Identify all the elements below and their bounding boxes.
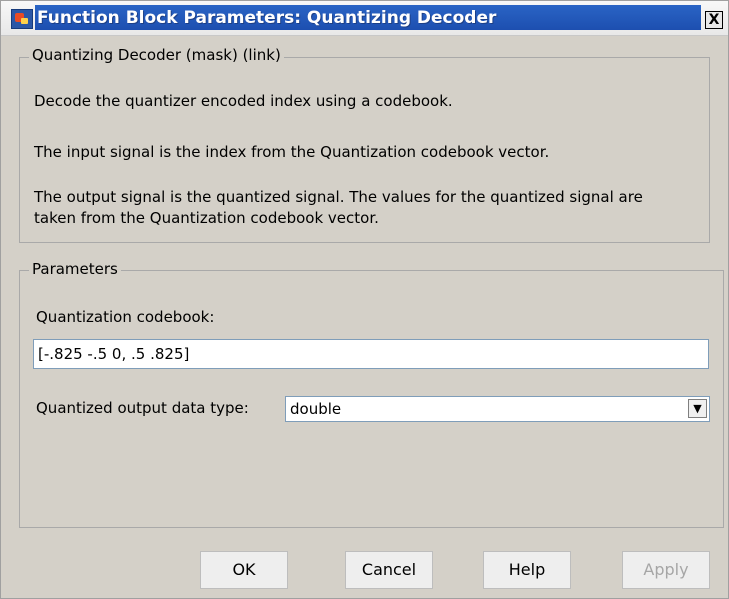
dialog-window: Function Block Parameters: Quantizing De… <box>0 0 729 599</box>
close-button[interactable]: X <box>705 11 723 29</box>
window-title: Function Block Parameters: Quantizing De… <box>37 8 497 28</box>
title-bar[interactable]: Function Block Parameters: Quantizing De… <box>1 1 728 36</box>
description-line-4: taken from the Quantization codebook vec… <box>34 209 379 227</box>
app-icon <box>11 9 33 29</box>
codebook-label: Quantization codebook: <box>36 308 215 326</box>
help-button[interactable]: Help <box>483 551 571 589</box>
description-line-1: Decode the quantizer encoded index using… <box>34 92 453 110</box>
description-line-3: The output signal is the quantized signa… <box>34 188 643 206</box>
parameters-legend: Parameters <box>29 260 121 278</box>
description-legend: Quantizing Decoder (mask) (link) <box>29 46 284 64</box>
datatype-selected-value: double <box>290 400 342 418</box>
ok-button[interactable]: OK <box>200 551 288 589</box>
description-line-2: The input signal is the index from the Q… <box>34 143 550 161</box>
datatype-label: Quantized output data type: <box>36 399 249 417</box>
codebook-input[interactable]: [-.825 -.5 0, .5 .825] <box>33 339 709 369</box>
apply-button[interactable]: Apply <box>622 551 710 589</box>
cancel-button[interactable]: Cancel <box>345 551 433 589</box>
chevron-down-icon[interactable]: ▼ <box>688 399 707 418</box>
datatype-select[interactable]: double ▼ <box>285 396 710 422</box>
